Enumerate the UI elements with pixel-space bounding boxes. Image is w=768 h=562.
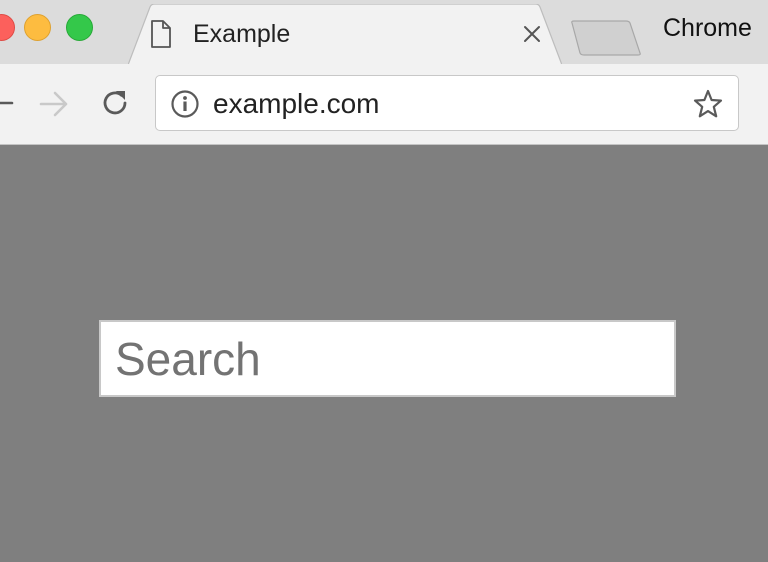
info-icon[interactable]: [170, 89, 200, 119]
forward-arrow-icon[interactable]: [38, 88, 70, 120]
reload-icon[interactable]: [98, 86, 132, 120]
tab-strip: Example Chrome: [0, 0, 768, 65]
page-content: [0, 145, 768, 562]
window-maximize-button[interactable]: [66, 14, 93, 41]
back-arrow-icon[interactable]: [0, 88, 16, 118]
url-text[interactable]: example.com: [213, 89, 380, 119]
tab-title: Example: [193, 20, 291, 48]
browser-toolbar: example.com: [0, 64, 768, 145]
window-close-button[interactable]: [0, 14, 15, 41]
search-input[interactable]: [99, 320, 676, 397]
browser-window: Example Chrome example.com: [0, 0, 768, 562]
address-bar[interactable]: example.com: [155, 75, 739, 131]
window-minimize-button[interactable]: [24, 14, 51, 41]
app-name-label: Chrome: [663, 14, 752, 42]
new-tab-icon[interactable]: [570, 20, 642, 56]
close-icon[interactable]: [519, 21, 545, 47]
star-icon[interactable]: [692, 88, 724, 120]
page-icon: [151, 20, 171, 48]
